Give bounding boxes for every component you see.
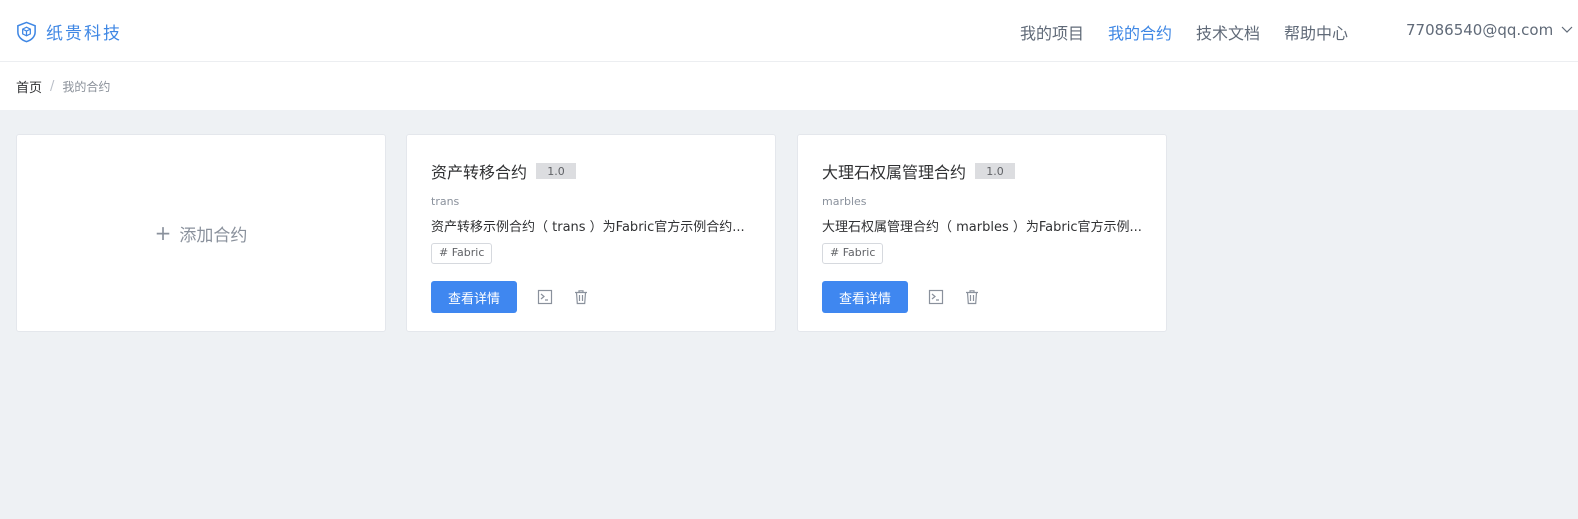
contract-card-list: + 添加合约 资产转移合约 1.0 trans 资产转移示例合约（ trans …: [0, 110, 1578, 519]
trash-icon[interactable]: [964, 289, 980, 305]
breadcrumb-home[interactable]: 首页: [16, 77, 42, 96]
contract-slug: trans: [431, 195, 460, 208]
breadcrumb-current: 我的合约: [62, 79, 111, 94]
brand-name: 纸贵科技: [46, 24, 122, 44]
main-nav: 我的项目 我的合约 技术文档 帮助中心: [1020, 20, 1372, 44]
contract-card: 资产转移合约 1.0 trans 资产转移示例合约（ trans ）为Fabri…: [406, 134, 776, 332]
contract-card: 大理石权属管理合约 1.0 marbles 大理石权属管理合约（ marbles…: [797, 134, 1167, 332]
contract-title: 大理石权属管理合约: [822, 163, 967, 182]
terminal-icon[interactable]: [928, 289, 944, 305]
contract-title: 资产转移合约: [431, 163, 528, 182]
add-contract-card[interactable]: + 添加合约: [16, 134, 386, 332]
breadcrumb-separator: /: [50, 78, 55, 94]
plus-icon: +: [154, 221, 172, 245]
trash-icon[interactable]: [573, 289, 589, 305]
view-details-button[interactable]: 查看详情: [822, 281, 908, 313]
user-email: 77086540@qq.com: [1406, 21, 1554, 39]
nav-item-my-contracts[interactable]: 我的合约: [1108, 20, 1172, 44]
version-badge: 1.0: [975, 163, 1016, 179]
contract-tag: # Fabric: [431, 243, 493, 264]
add-contract-label: 添加合约: [179, 225, 248, 246]
nav-item-tech-docs[interactable]: 技术文档: [1196, 20, 1260, 44]
contract-tag: # Fabric: [822, 243, 884, 264]
nav-item-help-center[interactable]: 帮助中心: [1284, 20, 1348, 44]
breadcrumb: 首页 / 我的合约: [0, 62, 1578, 110]
version-badge: 1.0: [536, 163, 577, 179]
terminal-icon[interactable]: [537, 289, 553, 305]
contract-description: 大理石权属管理合约（ marbles ）为Fabric官方示例...: [822, 220, 1142, 235]
nav-item-my-projects[interactable]: 我的项目: [1020, 20, 1084, 44]
contract-slug: marbles: [822, 195, 867, 208]
user-menu[interactable]: 77086540@qq.com: [1406, 21, 1573, 39]
contract-description: 资产转移示例合约（ trans ）为Fabric官方示例合约...: [431, 220, 745, 235]
view-details-button[interactable]: 查看详情: [431, 281, 517, 313]
top-navbar: 纸贵科技 我的项目 我的合约 技术文档 帮助中心 77086540@qq.com: [0, 0, 1578, 62]
shield-cube-icon: [17, 21, 36, 42]
chevron-down-icon: [1561, 26, 1573, 33]
brand[interactable]: 纸贵科技: [15, 19, 122, 44]
